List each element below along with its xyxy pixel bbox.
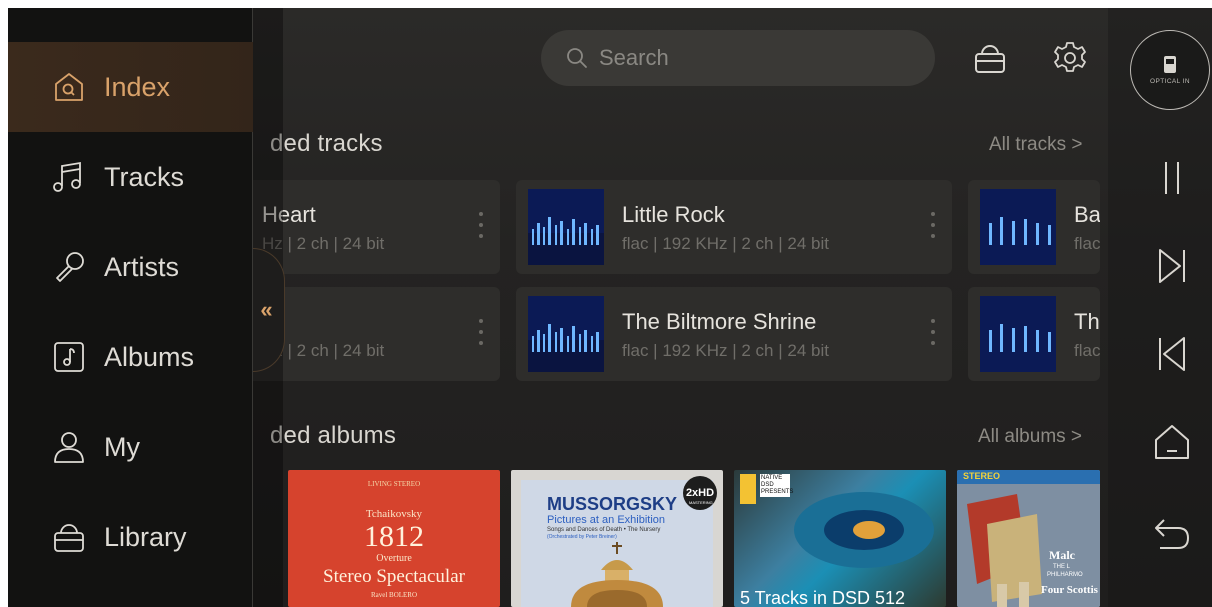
album-tile[interactable]: STEREO Malc THE L PHILHARMO Four Scottis <box>957 470 1100 607</box>
input-source-button[interactable]: OPTICAL IN <box>1130 30 1210 110</box>
more-icon[interactable] <box>478 317 484 347</box>
microphone-icon <box>56 252 84 282</box>
home-icon[interactable] <box>1152 422 1192 462</box>
search-icon <box>567 48 587 68</box>
search-bar[interactable]: Search <box>541 30 935 86</box>
nav-label: Albums <box>104 341 195 372</box>
track-meta: flac | 192 KHz | 2 ch | 24 bit <box>622 234 829 253</box>
track-card[interactable]: Ba flac <box>968 180 1100 274</box>
track-card[interactable]: The Biltmore Shrine flac | 192 KHz | 2 c… <box>516 287 952 381</box>
album-composer: Tchaikovsky <box>365 508 423 520</box>
more-icon[interactable] <box>930 210 936 240</box>
album-tag: STEREO <box>963 471 1001 481</box>
pause-icon[interactable] <box>1152 158 1192 198</box>
track-card[interactable]: Little Rock flac | 192 KHz | 2 ch | 24 b… <box>516 180 952 274</box>
album-subtitle: Overture <box>376 553 412 564</box>
album-text-3: PHILHARMO <box>1047 572 1083 578</box>
optical-input-icon <box>1164 56 1176 73</box>
nav-label: Library <box>104 521 187 552</box>
next-track-icon[interactable] <box>1152 246 1192 286</box>
album-text-1: Malc <box>1049 548 1075 562</box>
more-icon[interactable] <box>930 317 936 347</box>
search-placeholder: Search <box>599 45 669 70</box>
more-icon[interactable] <box>478 210 484 240</box>
all-tracks-link[interactable]: All tracks > <box>989 134 1082 156</box>
track-title: The Biltmore Shrine <box>622 309 817 334</box>
album-tile[interactable]: 2xHD MASTERING MUSSORGSKY Pictures at an… <box>511 470 723 607</box>
track-title: Th <box>1074 309 1100 334</box>
user-icon <box>54 432 84 463</box>
app-screen: Search ded tracks All tracks > Heart Hz … <box>8 8 1212 607</box>
album-icon <box>54 342 84 372</box>
gear-icon[interactable] <box>1052 40 1088 76</box>
album-tile[interactable]: NATIVE DSD PRESENTS 5 Tracks in DSD 512 <box>734 470 946 607</box>
album-label-top: LIVING STEREO <box>367 480 421 488</box>
collapse-drawer-button[interactable]: « <box>253 248 285 372</box>
album-tile[interactable]: LIVING STEREO Tchaikovsky 1812 Overture … <box>288 470 500 607</box>
nav-label: Index <box>104 71 171 102</box>
recent-tracks-title: ded tracks <box>270 130 383 157</box>
previous-track-icon[interactable] <box>1152 334 1192 374</box>
nav-label: Artists <box>104 251 180 282</box>
album-note: Songs and Dances of Death • The Nursery <box>547 527 661 533</box>
recent-albums-title: ded albums <box>270 422 397 449</box>
all-albums-link[interactable]: All albums > <box>978 426 1082 448</box>
double-chevron-left-icon: « <box>260 297 273 322</box>
album-text-2: THE L <box>1053 564 1071 570</box>
nav-item-library[interactable]: Library <box>8 492 253 582</box>
track-meta: flac | 192 KHz | 2 ch | 24 bit <box>622 341 829 360</box>
album-series: Stereo Spectacular <box>323 566 465 587</box>
library-icon <box>54 524 84 552</box>
index-icon <box>55 73 83 101</box>
album-caption: 5 Tracks in DSD 512 <box>740 588 906 607</box>
album-subtitle: Pictures at an Exhibition <box>547 514 666 526</box>
album-title: 1812 <box>364 520 424 553</box>
album-badge-sub: MASTERING <box>689 500 713 505</box>
track-title: Little Rock <box>622 202 725 227</box>
native-dsd-logo <box>740 474 756 504</box>
back-icon[interactable] <box>1152 514 1192 554</box>
album-text-4: Four Scottis <box>1041 584 1098 596</box>
cathedral-illustration <box>571 542 663 607</box>
nav-label: My <box>104 431 140 462</box>
track-meta: flac <box>1074 234 1100 253</box>
music-note-icon <box>53 161 81 192</box>
nav-item-albums[interactable]: Albums <box>8 312 253 402</box>
track-meta: flac <box>1074 341 1100 360</box>
library-icon[interactable] <box>972 40 1008 76</box>
album-cover <box>980 189 1056 265</box>
album-note: Ravel BOLERO <box>370 591 418 599</box>
nav-item-artists[interactable]: Artists <box>8 222 253 312</box>
nav-item-index[interactable]: Index <box>8 42 253 132</box>
album-badge: NATIVE DSD PRESENTS <box>760 474 794 497</box>
input-source-label: OPTICAL IN <box>1150 78 1190 85</box>
track-title: Ba <box>1074 202 1100 227</box>
track-card[interactable]: Th flac <box>968 287 1100 381</box>
album-cover <box>528 296 604 372</box>
album-title: MUSSORGSKY <box>547 494 678 514</box>
nav-label: Tracks <box>104 161 184 192</box>
album-cover <box>528 189 604 265</box>
nav-item-my[interactable]: My <box>8 402 253 492</box>
nav-item-tracks[interactable]: Tracks <box>8 132 253 222</box>
album-cover <box>980 296 1056 372</box>
